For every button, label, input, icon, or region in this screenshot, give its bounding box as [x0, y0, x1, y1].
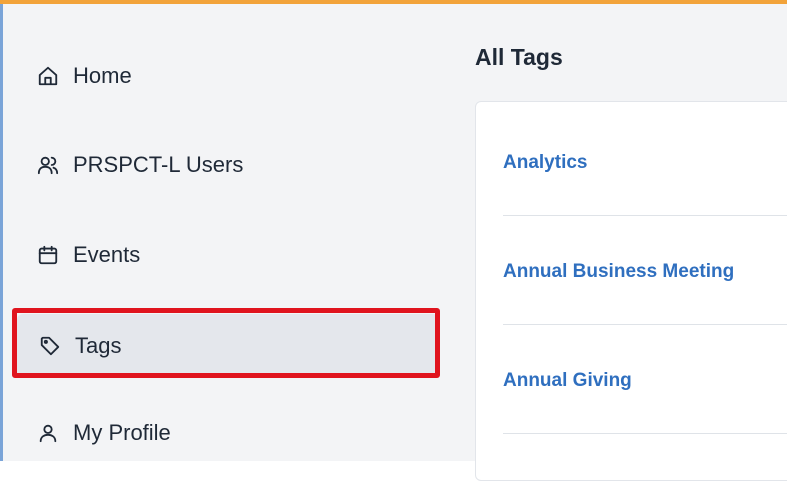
sidebar: Home PRSPCT-L Users Events Tags My Profi…: [3, 4, 455, 461]
main-content: All Tags Analytics Annual Business Meeti…: [455, 4, 787, 481]
sidebar-item-label: My Profile: [73, 420, 171, 445]
home-icon: [37, 65, 59, 87]
sidebar-item-label: Events: [73, 242, 141, 267]
sidebar-item-users[interactable]: PRSPCT-L Users: [15, 135, 441, 195]
sidebar-item-label: Home: [73, 63, 132, 88]
sidebar-item-my-profile[interactable]: My Profile: [15, 403, 441, 463]
sidebar-item-label: PRSPCT-L Users: [73, 152, 244, 177]
divider: [503, 215, 787, 216]
tag-link-analytics[interactable]: Analytics: [503, 152, 787, 174]
sidebar-item-events[interactable]: Events: [15, 225, 441, 285]
sidebar-item-tags[interactable]: Tags: [17, 314, 439, 378]
tag-link-annual-business-meeting[interactable]: Annual Business Meeting: [503, 261, 787, 283]
users-icon: [37, 154, 59, 176]
divider: [503, 433, 787, 434]
tag-icon: [39, 335, 61, 357]
user-icon: [37, 422, 59, 444]
app-window: Home PRSPCT-L Users Events Tags My Profi…: [0, 0, 787, 481]
page-title: All Tags: [475, 44, 563, 70]
calendar-icon: [37, 244, 59, 266]
sidebar-item-label: Tags: [75, 333, 122, 358]
divider: [503, 324, 787, 325]
tag-link-annual-giving[interactable]: Annual Giving: [503, 370, 787, 392]
tags-card: Analytics Annual Business Meeting Annual…: [475, 101, 787, 481]
sidebar-item-home[interactable]: Home: [15, 46, 441, 106]
